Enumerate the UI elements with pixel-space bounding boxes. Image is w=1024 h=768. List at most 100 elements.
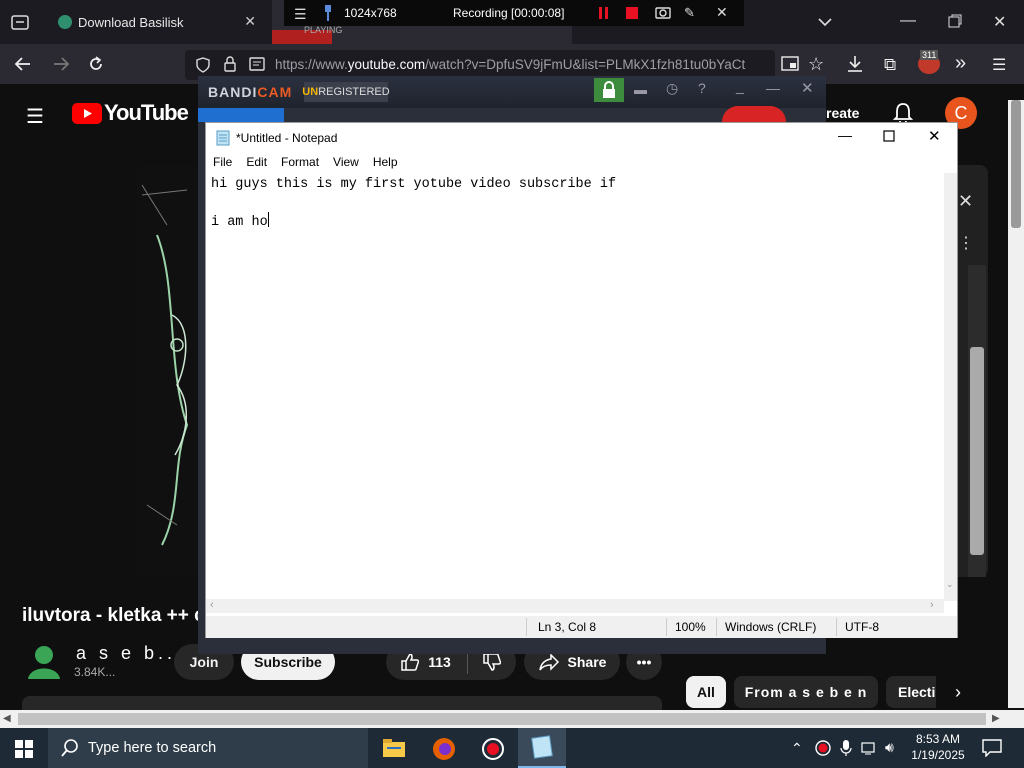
windows-start-icon[interactable] (15, 740, 33, 758)
chevron-down-icon[interactable] (817, 14, 833, 30)
status-divider (836, 618, 837, 636)
pin-icon[interactable] (322, 4, 334, 22)
status-divider (716, 618, 717, 636)
notepad-menu-bar: File Edit Format View Help (206, 153, 957, 173)
description-box[interactable] (22, 696, 662, 710)
notepad-taskbar-button[interactable] (518, 728, 566, 768)
channel-name[interactable]: a s e b... (76, 643, 185, 664)
panel-scroll-thumb[interactable] (970, 347, 984, 555)
recording-tray-icon[interactable] (815, 740, 831, 756)
thumbs-up-icon (400, 652, 420, 672)
youtube-logo-text[interactable]: YouTube (104, 100, 189, 126)
tray-overflow-icon[interactable]: ⌃ (791, 740, 803, 757)
picture-in-picture-icon[interactable] (781, 56, 799, 72)
scroll-down-icon[interactable]: ⌄ (946, 579, 954, 590)
menu-help[interactable]: Help (373, 153, 398, 173)
notepad-text-area[interactable]: hi guys this is my first yotube video su… (206, 173, 944, 601)
taskbar-search-box[interactable]: Type here to search (48, 728, 368, 768)
shield-icon[interactable] (195, 57, 211, 73)
network-icon[interactable] (861, 741, 879, 755)
bandicam-home-tab[interactable] (198, 108, 284, 122)
download-icon[interactable] (847, 55, 863, 73)
horizontal-scrollbar[interactable]: ◀ ▶ (0, 710, 1024, 728)
help-icon[interactable]: ? (698, 80, 706, 96)
tab-download-basilisk[interactable]: Download Basilisk ✕ (44, 0, 270, 44)
side-panel: ✕ ⋮ (958, 165, 988, 577)
menu-format[interactable]: Format (281, 153, 319, 173)
notepad-maximize-icon[interactable] (883, 130, 895, 142)
taskbar-clock[interactable]: 8:53 AM 1/19/2025 (906, 731, 970, 763)
notepad-close-icon[interactable]: ✕ (928, 127, 941, 145)
notification-center-icon[interactable] (982, 739, 1002, 757)
thumbs-down-icon[interactable] (482, 652, 502, 672)
notepad-vertical-scrollbar[interactable]: ⌄ (944, 173, 957, 601)
chip-all[interactable]: All (686, 676, 726, 708)
camera-icon[interactable] (655, 5, 671, 19)
minimize-icon[interactable]: — (900, 12, 916, 30)
overflow-chevron-icon[interactable]: » (955, 52, 966, 75)
menu-view[interactable]: View (333, 153, 359, 173)
notepad-horizontal-scrollbar[interactable]: ‹ › (206, 599, 944, 613)
notepad-title-bar[interactable]: *Untitled - Notepad — ✕ (206, 123, 957, 153)
bandicam-taskbar-icon[interactable] (481, 737, 505, 761)
page-scrollbar[interactable] (1008, 100, 1024, 708)
chip-from-channel[interactable]: From a s e b e n (734, 676, 878, 708)
firefox-icon[interactable] (432, 737, 456, 761)
chips-next-icon[interactable]: › (955, 682, 961, 703)
pause-icon[interactable] (598, 7, 610, 19)
close-tab-icon[interactable]: ✕ (244, 13, 256, 30)
url-text[interactable]: https://www.youtube.com/watch?v=DpfuSV9j… (275, 57, 775, 72)
scroll-right-small-icon[interactable]: › (930, 599, 934, 611)
menu-file[interactable]: File (213, 153, 232, 173)
create-button[interactable]: reate (826, 105, 859, 121)
notepad-minimize-icon[interactable]: — (838, 127, 852, 143)
extensions-icon[interactable]: ⧉ (884, 55, 896, 75)
reload-icon[interactable] (87, 55, 105, 73)
notepad-status-bar: Ln 3, Col 8 100% Windows (CRLF) UTF-8 (206, 616, 957, 638)
search-placeholder: Type here to search (88, 740, 217, 756)
channel-avatar[interactable] (24, 641, 64, 681)
pencil-icon[interactable]: ✎ (684, 5, 695, 21)
forward-icon[interactable] (52, 55, 70, 73)
scroll-left-small-icon[interactable]: ‹ (210, 599, 214, 611)
bookmark-star-icon[interactable]: ☆ (808, 54, 824, 75)
bandicam-close-icon[interactable]: ✕ (801, 79, 814, 97)
ublock-icon[interactable]: 311 (918, 50, 940, 74)
bandicam-minimize-icon[interactable]: _ (736, 78, 744, 94)
lock-icon[interactable] (223, 56, 237, 73)
lock-icon[interactable] (594, 78, 624, 102)
microphone-icon[interactable] (840, 739, 852, 757)
scroll-right-icon[interactable]: ▶ (992, 713, 1000, 724)
video-player-thumbnail[interactable] (137, 165, 199, 575)
bandicam-restore-icon[interactable]: — (766, 80, 780, 96)
youtube-menu-icon[interactable]: ☰ (26, 104, 44, 129)
file-explorer-icon[interactable] (383, 738, 405, 758)
unregistered-badge[interactable]: UN REGISTERED (302, 82, 390, 102)
like-button[interactable]: 113 (400, 652, 451, 672)
tab-playing-label: PLAYING (304, 25, 343, 35)
close-recorder-icon[interactable]: ✕ (716, 4, 728, 21)
volume-icon[interactable]: 🔊︎ (885, 739, 894, 756)
folder-icon[interactable]: ▬ (634, 82, 647, 97)
record-button[interactable] (722, 106, 786, 122)
panel-scrollbar[interactable] (968, 265, 986, 577)
status-divider (666, 618, 667, 636)
panel-menu-icon[interactable]: ⋮ (958, 233, 974, 253)
youtube-logo-icon[interactable] (72, 103, 102, 124)
back-icon[interactable] (14, 55, 32, 73)
close-panel-icon[interactable]: ✕ (958, 191, 973, 212)
menu-edit[interactable]: Edit (246, 153, 267, 173)
timer-icon[interactable]: ◷ (666, 80, 678, 97)
tab-list-icon[interactable] (10, 13, 30, 31)
bandicam-logo: BANDICAM (208, 84, 292, 100)
restore-icon[interactable] (948, 14, 962, 28)
menu-icon[interactable]: ☰ (294, 6, 307, 23)
chip-electronic[interactable]: Electi (886, 676, 936, 708)
page-scroll-thumb[interactable] (1011, 100, 1021, 228)
close-window-icon[interactable]: ✕ (993, 12, 1006, 32)
stop-icon[interactable] (626, 7, 638, 19)
app-menu-icon[interactable]: ☰ (992, 55, 1006, 75)
scroll-left-icon[interactable]: ◀ (3, 713, 11, 724)
horizontal-scroll-thumb[interactable] (18, 713, 986, 725)
page-info-icon[interactable] (249, 57, 265, 72)
